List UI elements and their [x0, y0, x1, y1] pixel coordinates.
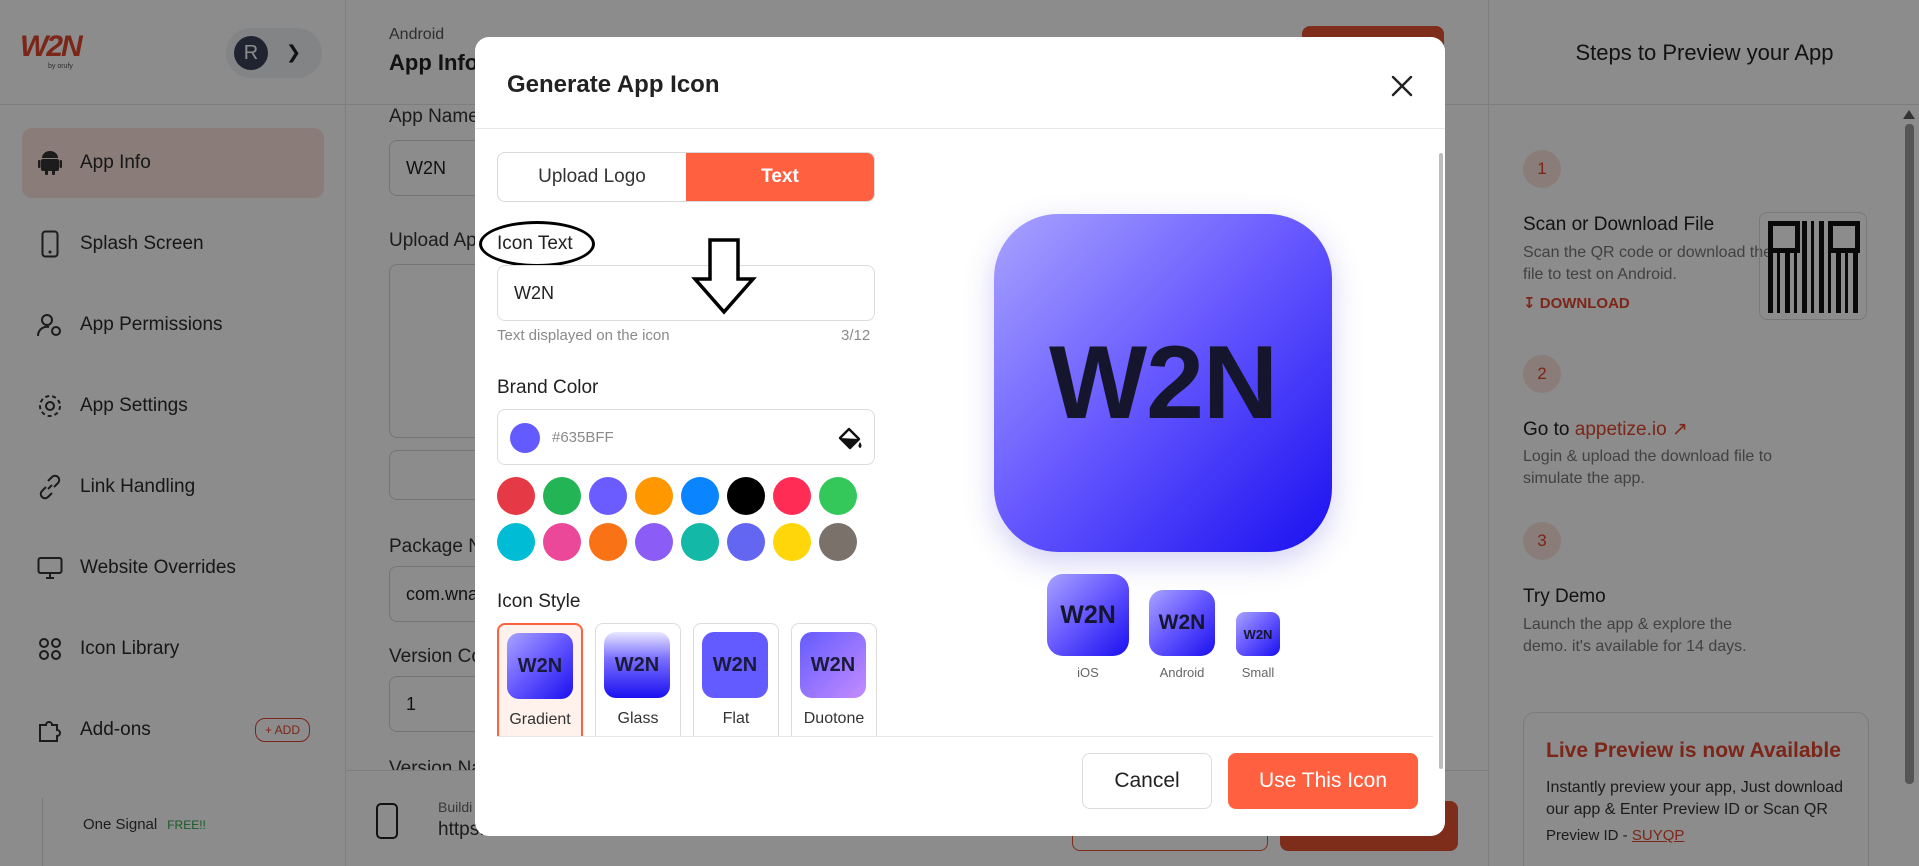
annotation-down-arrow-icon — [691, 238, 757, 315]
use-this-icon-button[interactable]: Use This Icon — [1228, 753, 1418, 809]
brand-color-label: Brand Color — [497, 377, 599, 398]
color-swatch[interactable] — [635, 523, 673, 561]
color-swatch[interactable] — [497, 477, 535, 515]
color-swatch[interactable] — [773, 523, 811, 561]
color-swatch[interactable] — [543, 523, 581, 561]
dialog-scrollbar[interactable] — [1439, 153, 1443, 769]
icon-preview-large: W2N — [994, 214, 1332, 552]
cancel-button[interactable]: Cancel — [1082, 753, 1212, 809]
color-swatch[interactable] — [681, 523, 719, 561]
color-swatch[interactable] — [773, 477, 811, 515]
style-name: Gradient — [509, 711, 571, 728]
page-scrollbar[interactable] — [1905, 124, 1914, 784]
footer-divider — [497, 736, 1433, 737]
color-swatch[interactable] — [635, 477, 673, 515]
color-hex-value: #635BFF — [552, 429, 614, 446]
color-swatch[interactable] — [589, 477, 627, 515]
preview-size-label: Small — [1241, 665, 1275, 680]
color-palette — [497, 477, 877, 561]
icon-text-hint: Text displayed on the icon — [497, 327, 670, 344]
character-counter: 3/12 — [841, 327, 871, 344]
close-icon — [1391, 75, 1413, 97]
tab-text[interactable]: Text — [686, 153, 874, 201]
preview-size-label: Android — [1159, 665, 1205, 680]
dialog-divider — [475, 128, 1445, 129]
style-preview-tile: W2N — [604, 632, 670, 698]
color-swatch[interactable] — [727, 477, 765, 515]
generate-icon-dialog: Generate App Icon Upload Logo Text Icon … — [475, 37, 1445, 836]
style-preview-tile: W2N — [507, 633, 573, 699]
style-name: Glass — [617, 710, 659, 727]
tab-upload-logo[interactable]: Upload Logo — [498, 153, 686, 201]
icon-preview-small: W2N — [1236, 612, 1280, 656]
color-swatch[interactable] — [589, 523, 627, 561]
color-swatch[interactable] — [819, 477, 857, 515]
selected-color-swatch[interactable] — [510, 423, 540, 453]
style-option-flat[interactable]: W2N Flat — [693, 623, 779, 743]
icon-style-options: W2N Gradient W2N Glass W2N Flat W2N Duot… — [497, 623, 877, 743]
style-option-gradient[interactable]: W2N Gradient — [497, 623, 583, 743]
icon-style-label: Icon Style — [497, 591, 581, 612]
color-swatch[interactable] — [543, 477, 581, 515]
scroll-clip — [497, 737, 1437, 749]
style-option-duotone[interactable]: W2N Duotone — [791, 623, 877, 743]
close-button[interactable] — [1387, 71, 1417, 101]
paint-bucket-icon[interactable] — [836, 424, 864, 452]
preview-size-label: iOS — [1077, 665, 1099, 680]
color-swatch[interactable] — [497, 523, 535, 561]
icon-text-input[interactable] — [497, 265, 875, 321]
style-name: Duotone — [803, 710, 865, 727]
brand-color-field[interactable]: #635BFF — [497, 409, 875, 465]
style-preview-tile: W2N — [800, 632, 866, 698]
icon-preview-android: W2N — [1149, 590, 1215, 656]
color-swatch[interactable] — [819, 523, 857, 561]
scroll-up-arrow[interactable] — [1903, 110, 1915, 119]
color-swatch[interactable] — [727, 523, 765, 561]
dialog-title: Generate App Icon — [507, 71, 720, 98]
source-tabs: Upload Logo Text — [497, 152, 875, 202]
style-option-glass[interactable]: W2N Glass — [595, 623, 681, 743]
style-preview-tile: W2N — [702, 632, 768, 698]
color-swatch[interactable] — [681, 477, 719, 515]
annotation-ellipse — [479, 221, 595, 267]
style-name: Flat — [722, 710, 750, 727]
icon-preview-ios: W2N — [1047, 574, 1129, 656]
